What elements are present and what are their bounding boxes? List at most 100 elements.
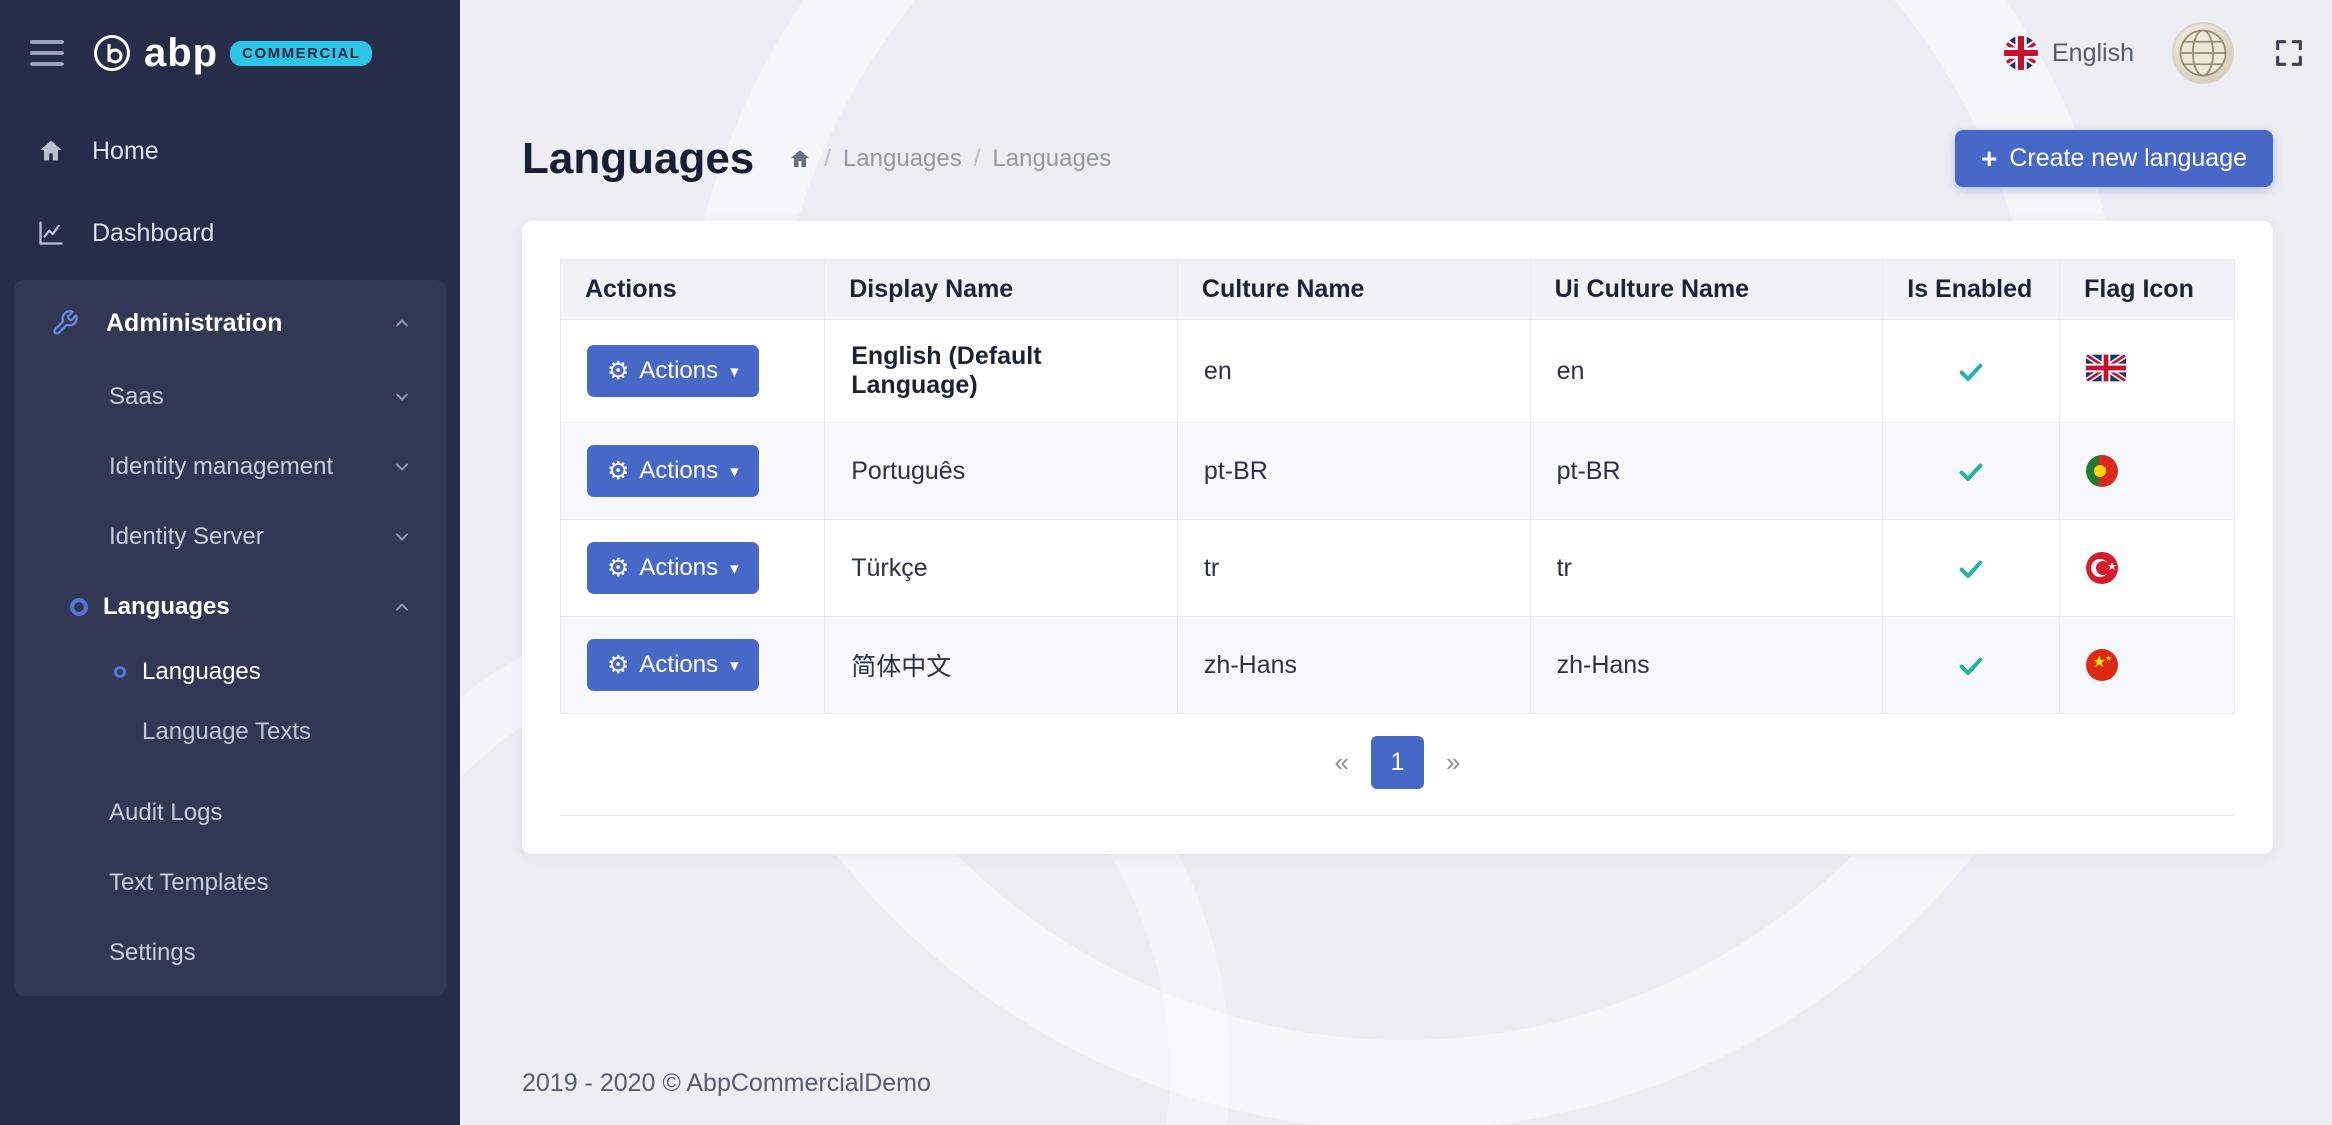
sidebar-item-label: Text Templates [109,869,269,897]
chevron-up-icon [392,313,412,333]
actions-label: Actions [639,554,718,582]
check-icon [1957,553,1985,581]
sidebar-subitem-languages[interactable]: Languages [14,642,446,702]
footer: 2019 - 2020 © AbpCommercialDemo [460,1041,2332,1125]
language-switcher[interactable]: English [2004,36,2134,70]
sidebar-item-label: Languages [142,658,261,686]
abp-logo-icon [92,33,132,73]
sidebar-item-text-templates[interactable]: Text Templates [14,848,446,918]
sidebar-item-identity-management[interactable]: Identity management [14,432,446,502]
sidebar-item-label: Languages [103,593,230,621]
breadcrumb-home-icon[interactable] [788,147,812,171]
breadcrumb-separator: / [824,145,831,173]
pagination: « 1 » [560,714,2235,816]
culture-name-cell: zh-Hans [1177,617,1530,714]
user-avatar[interactable] [2172,22,2234,84]
sidebar-item-label: Settings [109,939,196,967]
sidebar-item-dashboard[interactable]: Dashboard [0,192,460,274]
actions-button[interactable]: ⚙ Actions ▾ [587,445,759,497]
display-name-cell: Português [825,423,1178,520]
main-area: English Languages / Languages / Langu [460,0,2332,1125]
home-icon [34,137,68,165]
page-header: Languages / Languages / Languages + Crea… [522,130,2273,187]
column-header-display-name: Display Name [825,260,1178,320]
flag-china-icon: ★★ [2086,649,2118,681]
sidebar-item-languages[interactable]: Languages [14,572,446,642]
ui-culture-name-cell: pt-BR [1530,423,1883,520]
flag-cell: ★★ [2060,617,2235,714]
gear-icon: ⚙ [607,653,629,678]
caret-down-icon: ▾ [730,463,739,480]
actions-label: Actions [639,651,718,679]
display-name-cell: English (Default Language) [825,320,1178,423]
create-language-button[interactable]: + Create new language [1955,130,2273,187]
flag-united-kingdom-icon [2086,354,2126,382]
breadcrumb-item[interactable]: Languages [843,145,962,173]
chevron-down-icon [392,457,412,477]
sidebar-item-label: Dashboard [92,219,214,248]
breadcrumb-separator: / [974,145,981,173]
fullscreen-icon[interactable] [2272,36,2306,70]
check-icon [1957,456,1985,484]
sidebar-item-settings[interactable]: Settings [14,918,446,988]
create-language-label: Create new language [2009,144,2247,173]
table-row: ⚙ Actions ▾ Türkçe tr tr [561,520,2235,617]
column-header-actions: Actions [561,260,825,320]
sidebar: abp COMMERCIAL Home Dashboard [0,0,460,1125]
sidebar-header: abp COMMERCIAL [0,0,460,106]
footer-copyright: 2019 - 2020 © AbpCommercialDemo [522,1069,931,1098]
sidebar-item-administration[interactable]: Administration [14,284,446,362]
menu-toggle-icon[interactable] [30,40,64,66]
flag-portugal-icon [2086,455,2118,487]
column-header-flag-icon: Flag Icon [2060,260,2235,320]
caret-down-icon: ▾ [730,363,739,380]
sidebar-item-identity-server[interactable]: Identity Server [14,502,446,572]
language-label: English [2052,39,2134,68]
abp-logo[interactable]: abp COMMERCIAL [92,31,372,76]
sidebar-item-audit-logs[interactable]: Audit Logs [14,778,446,848]
culture-name-cell: en [1177,320,1530,423]
check-icon [1957,356,1985,384]
page-title: Languages [522,134,754,184]
gear-icon: ⚙ [607,556,629,581]
dot-bullet-icon [114,666,126,678]
breadcrumb: / Languages / Languages [788,145,1111,173]
chevron-down-icon [392,387,412,407]
plus-icon: + [1981,145,1997,173]
gear-icon: ⚙ [607,459,629,484]
flag-cell: ★ [2060,520,2235,617]
pagination-prev[interactable]: « [1319,747,1365,778]
sidebar-item-label: Saas [109,383,164,411]
actions-label: Actions [639,457,718,485]
table-row: ⚙ Actions ▾ English (Default Language) e… [561,320,2235,423]
actions-button[interactable]: ⚙ Actions ▾ [587,345,759,397]
actions-button[interactable]: ⚙ Actions ▾ [587,639,759,691]
breadcrumb-item[interactable]: Languages [992,145,1111,173]
check-icon [1957,650,1985,678]
flag-cell [2060,423,2235,520]
sidebar-nav: Home Dashboard Administration Saas [0,110,460,996]
wrench-icon [48,309,82,337]
sidebar-item-saas[interactable]: Saas [14,362,446,432]
column-header-ui-culture-name: Ui Culture Name [1530,260,1883,320]
topbar: English [460,0,2332,106]
flag-turkey-icon: ★ [2086,552,2118,584]
sidebar-item-label: Identity management [109,453,333,481]
brand-badge: COMMERCIAL [230,41,372,66]
sidebar-item-label: Home [92,137,159,166]
is-enabled-cell [1883,423,2060,520]
dashboard-chart-icon [34,219,68,247]
sidebar-item-home[interactable]: Home [0,110,460,192]
pagination-next[interactable]: » [1430,747,1476,778]
app-root: abp COMMERCIAL Home Dashboard [0,0,2332,1125]
culture-name-cell: tr [1177,520,1530,617]
actions-button[interactable]: ⚙ Actions ▾ [587,542,759,594]
pagination-current-page[interactable]: 1 [1371,736,1424,789]
table-header-row: Actions Display Name Culture Name Ui Cul… [561,260,2235,320]
sidebar-item-label: Identity Server [109,523,264,551]
actions-label: Actions [639,357,718,385]
chevron-down-icon [392,527,412,547]
culture-name-cell: pt-BR [1177,423,1530,520]
sidebar-subitem-language-texts[interactable]: Language Texts [14,702,446,762]
ui-culture-name-cell: en [1530,320,1883,423]
